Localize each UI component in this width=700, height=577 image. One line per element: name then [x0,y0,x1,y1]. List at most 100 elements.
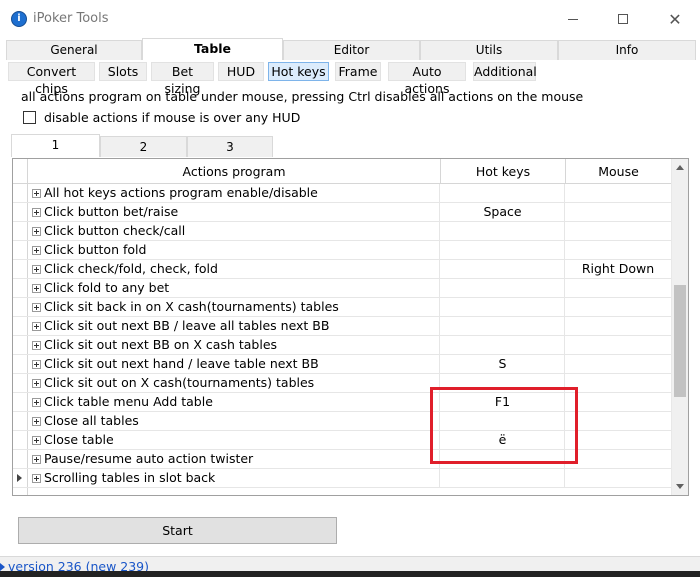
row-mouse[interactable] [566,450,670,469]
tab-3[interactable]: 3 [187,136,273,157]
expand-plus-icon[interactable] [32,417,41,426]
subtab-hot-keys[interactable]: Hot keys [268,62,329,81]
tab-1[interactable]: 1 [11,134,100,157]
row-mouse[interactable] [566,203,670,222]
table-row[interactable]: Click button bet/raise Space [13,203,671,222]
row-action: Click sit out next hand / leave table ne… [44,356,319,371]
row-hotkey[interactable] [441,222,565,241]
window-title: iPoker Tools [33,11,109,26]
row-mouse[interactable] [566,241,670,260]
row-action: Click sit back in on X cash(tournaments)… [44,299,339,314]
table-row[interactable]: Click fold to any bet [13,279,671,298]
row-action: Click button bet/raise [44,204,179,219]
expand-plus-icon[interactable] [32,303,41,312]
row-action: Scrolling tables in slot back [44,470,216,485]
table-row[interactable]: Click sit back in on X cash(tournaments)… [13,298,671,317]
header-actions-program[interactable]: Actions program [28,159,441,184]
expand-plus-icon[interactable] [32,189,41,198]
expand-plus-icon[interactable] [32,398,41,407]
header-hot-keys[interactable]: Hot keys [441,159,566,184]
expand-arrow-icon [0,563,5,571]
tab-editor[interactable]: Editor [283,40,420,60]
close-button[interactable]: ✕ [652,0,698,38]
row-hotkey[interactable]: Space [441,203,565,222]
row-hotkey[interactable] [441,184,565,203]
start-button[interactable]: Start [18,517,337,544]
expand-plus-icon[interactable] [32,284,41,293]
table-row[interactable]: Click sit out next BB on X cash tables [13,336,671,355]
subtab-convert-chips[interactable]: Convert chips [8,62,95,96]
subtab-slots[interactable]: Slots [99,62,147,81]
row-hotkey[interactable] [441,260,565,279]
expand-plus-icon[interactable] [32,322,41,331]
info-text: all actions program on table under mouse… [21,89,584,104]
close-icon: ✕ [668,9,682,29]
hud-checkbox[interactable] [23,110,36,124]
subtab-bet-sizing[interactable]: Bet sizing [151,62,214,96]
row-mouse[interactable] [566,374,670,393]
main-tab-bar: General Table Editor Utils Info [6,38,700,60]
subtab-additional[interactable]: Additional [473,62,537,81]
row-action: Pause/resume auto action twister [44,451,254,466]
row-mouse[interactable] [566,317,670,336]
row-mouse[interactable] [566,355,670,374]
table-row[interactable]: Click button fold [13,241,671,260]
hud-checkbox-label: disable actions if mouse is over any HUD [44,109,301,125]
row-hotkey[interactable] [441,317,565,336]
scroll-down-icon[interactable] [676,484,684,489]
expand-plus-icon[interactable] [32,436,41,445]
expand-plus-icon[interactable] [32,227,41,236]
row-action: Close table [44,432,114,447]
row-hotkey[interactable] [441,298,565,317]
tab-general[interactable]: General [6,40,142,60]
row-hotkey[interactable] [441,279,565,298]
row-mouse[interactable] [566,469,670,488]
table-row-current[interactable]: Scrolling tables in slot back [13,469,671,488]
table-row[interactable]: Click button check/call [13,222,671,241]
expand-plus-icon[interactable] [32,341,41,350]
row-mouse[interactable] [566,222,670,241]
expand-plus-icon[interactable] [32,360,41,369]
scroll-up-icon[interactable] [676,165,684,170]
expand-plus-icon[interactable] [32,246,41,255]
tab-2[interactable]: 2 [100,136,187,157]
expand-plus-icon[interactable] [32,208,41,217]
tab-utils[interactable]: Utils [420,40,558,60]
subtab-frame[interactable]: Frame [335,62,381,81]
expand-plus-icon[interactable] [32,265,41,274]
table-row[interactable]: All hot keys actions program enable/disa… [13,184,671,203]
row-action: Click sit out next BB on X cash tables [44,337,278,352]
vertical-scrollbar[interactable] [671,159,688,495]
table-row[interactable]: Click sit out next hand / leave table ne… [13,355,671,374]
header-mouse[interactable]: Mouse [566,159,671,184]
row-mouse[interactable]: Right Down [566,260,670,279]
row-mouse[interactable] [566,393,670,412]
tab-table[interactable]: Table [142,38,283,60]
current-row-pointer-icon [17,474,22,482]
row-mouse[interactable] [566,279,670,298]
row-mouse[interactable] [566,336,670,355]
expand-plus-icon[interactable] [32,455,41,464]
expand-plus-icon[interactable] [32,379,41,388]
row-action: Click sit out next BB / leave all tables… [44,318,330,333]
row-hotkey[interactable] [441,469,565,488]
row-mouse[interactable] [566,412,670,431]
row-action: Click sit out on X cash(tournaments) tab… [44,375,315,390]
table-row[interactable]: Click check/fold, check, fold Right Down [13,260,671,279]
expand-plus-icon[interactable] [32,474,41,483]
row-mouse[interactable] [566,298,670,317]
tab-info[interactable]: Info [558,40,696,60]
hud-checkbox-row[interactable]: disable actions if mouse is over any HUD [23,109,300,125]
subtab-hud[interactable]: HUD [218,62,264,81]
maximize-button[interactable] [600,0,646,38]
row-mouse[interactable] [566,431,670,450]
scroll-thumb[interactable] [674,285,686,397]
row-hotkey[interactable]: S [441,355,565,374]
minimize-button[interactable] [550,0,596,38]
table-row[interactable]: Click sit out next BB / leave all tables… [13,317,671,336]
row-mouse[interactable] [566,184,670,203]
hotkeys-grid: Actions program Hot keys Mouse All hot k… [12,158,689,496]
subtab-auto-actions[interactable]: Auto actions [388,62,466,96]
row-hotkey[interactable] [441,241,565,260]
row-hotkey[interactable] [441,336,565,355]
